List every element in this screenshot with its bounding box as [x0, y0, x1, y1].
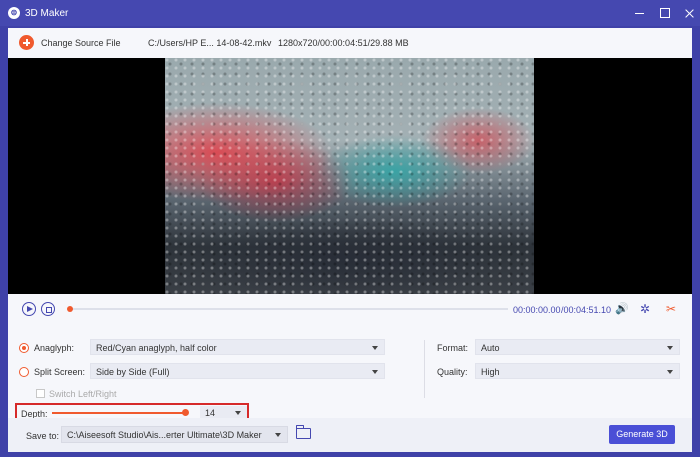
file-info: 1280x720/00:00:04:51/29.88 MB [278, 38, 409, 48]
volume-icon[interactable]: 🔊 [615, 303, 629, 315]
anaglyph-select[interactable]: Red/Cyan anaglyph, half color [90, 339, 385, 355]
minimize-button[interactable] [631, 4, 649, 22]
split-screen-radio[interactable] [19, 367, 29, 377]
play-icon[interactable] [22, 302, 36, 316]
app-window: ⊜ 3D Maker Change Source File C:/Users/H… [0, 0, 700, 457]
maximize-button[interactable] [656, 4, 674, 22]
close-button[interactable] [681, 4, 699, 22]
depth-value: 14 [205, 408, 216, 418]
change-source-button[interactable]: Change Source File [41, 38, 121, 48]
save-bar: Save to: C:\Aiseesoft Studio\Ais...erter… [8, 418, 692, 452]
depth-slider[interactable] [52, 412, 186, 414]
split-screen-label: Split Screen: [34, 367, 86, 377]
save-path-value: C:\Aiseesoft Studio\Ais...erter Ultimate… [67, 430, 262, 440]
app-logo-icon: ⊜ [8, 7, 20, 19]
settings-area: Anaglyph: Red/Cyan anaglyph, half color … [8, 326, 692, 423]
chevron-down-icon [372, 370, 378, 374]
current-time: 00:00:00.00 [513, 305, 561, 315]
format-label: Format: [437, 343, 469, 353]
split-screen-select[interactable]: Side by Side (Full) [90, 363, 385, 379]
effects-icon[interactable]: ✲ [640, 303, 652, 315]
generate-3d-button[interactable]: Generate 3D [609, 425, 675, 444]
save-path-select[interactable]: C:\Aiseesoft Studio\Ais...erter Ultimate… [61, 426, 288, 443]
progress-handle[interactable] [67, 306, 73, 312]
save-to-label: Save to: [26, 431, 60, 441]
quality-value: High [481, 367, 500, 377]
format-select[interactable]: Auto [475, 339, 680, 355]
window-title: 3D Maker [25, 8, 69, 19]
stop-icon[interactable] [41, 302, 55, 316]
title-bar: ⊜ 3D Maker [0, 0, 700, 26]
rain-drops-overlay [165, 58, 534, 294]
add-icon[interactable] [19, 35, 34, 50]
playback-controls: 00:00:00.00 /00:04:51.10 🔊 ✲ ✂ [8, 294, 692, 324]
quality-label: Quality: [437, 367, 468, 377]
chevron-down-icon [372, 346, 378, 350]
progress-bar[interactable] [71, 308, 508, 310]
quality-select[interactable]: High [475, 363, 680, 379]
split-screen-value: Side by Side (Full) [96, 367, 170, 377]
video-preview [8, 58, 692, 294]
switch-left-right-label: Switch Left/Right [49, 389, 117, 399]
chevron-down-icon [275, 433, 281, 437]
divider [424, 340, 425, 398]
chevron-down-icon [667, 346, 673, 350]
file-path: C:/Users/HP E... 14-08-42.mkv [148, 38, 272, 48]
cut-icon[interactable]: ✂ [666, 303, 678, 315]
chevron-down-icon [667, 370, 673, 374]
anaglyph-value: Red/Cyan anaglyph, half color [96, 343, 217, 353]
chevron-down-icon [235, 411, 241, 415]
total-time: /00:04:51.10 [561, 305, 612, 315]
anaglyph-radio[interactable] [19, 343, 29, 353]
video-frame [165, 58, 534, 294]
source-bar: Change Source File C:/Users/HP E... 14-0… [8, 28, 692, 58]
depth-slider-handle[interactable] [182, 409, 189, 416]
folder-icon[interactable] [295, 425, 311, 439]
format-value: Auto [481, 343, 500, 353]
anaglyph-label: Anaglyph: [34, 343, 75, 353]
main-panel: Change Source File C:/Users/HP E... 14-0… [8, 28, 692, 452]
switch-left-right-checkbox[interactable] [36, 389, 45, 398]
